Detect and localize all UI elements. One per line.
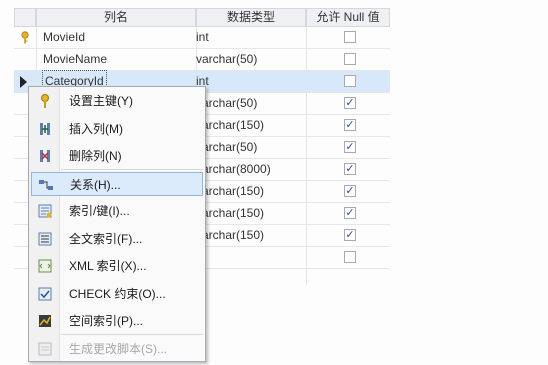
fulltext-index-icon [38, 232, 52, 245]
column-name-cell[interactable]: MovieId [43, 27, 85, 48]
generate-script-icon [38, 342, 52, 355]
allow-null-checkbox[interactable]: ✓ [344, 185, 356, 197]
menu-item-insert-column[interactable]: 插入列(M) [31, 117, 203, 141]
menu-item-label: 索引/键(I)... [69, 204, 130, 218]
menu-item-label: 生成更改脚本(S)... [69, 341, 167, 356]
allow-null-checkbox[interactable]: ✓ [344, 229, 356, 241]
menu-separator [61, 334, 203, 335]
column-header-nulls[interactable]: 允许 Null 值 [306, 8, 390, 27]
primary-key-icon [21, 31, 29, 44]
allow-null-checkbox[interactable] [344, 31, 356, 43]
data-type-cell[interactable]: int [196, 27, 209, 48]
menu-item-generate-script: 生成更改脚本(S)... [31, 337, 203, 361]
relationship-icon [39, 179, 53, 190]
table-row[interactable]: MovieName varchar(50) [14, 49, 390, 71]
menu-item-spatial-index[interactable]: 空间索引(P)... [31, 309, 203, 333]
allow-null-checkbox[interactable]: ✓ [344, 119, 356, 131]
menu-item-label: 空间索引(P)... [69, 314, 143, 328]
data-type-cell[interactable]: varchar(150) [196, 203, 264, 224]
key-icon [41, 94, 49, 108]
table-row[interactable]: MovieId int [14, 27, 390, 49]
column-header-name[interactable]: 列名 [36, 8, 196, 27]
index-key-icon [38, 204, 52, 218]
menu-item-key[interactable]: 设置主键(Y) [31, 89, 203, 113]
menu-item-index-key[interactable]: 索引/键(I)... [31, 199, 203, 223]
menu-item-label: CHECK 约束(O)... [69, 286, 166, 301]
data-type-cell[interactable]: varchar(150) [196, 181, 264, 202]
allow-null-checkbox[interactable]: ✓ [344, 97, 356, 109]
menu-item-delete-column[interactable]: 删除列(N) [31, 144, 203, 168]
menu-item-label: XML 索引(X)... [69, 259, 147, 273]
allow-null-checkbox[interactable] [344, 53, 356, 65]
menu-item-label: 设置主键(Y) [69, 94, 133, 108]
row-selector[interactable] [14, 27, 37, 48]
data-type-cell[interactable]: varchar(150) [196, 115, 264, 136]
delete-column-icon [40, 150, 50, 162]
menu-item-label: 关系(H)... [70, 177, 121, 192]
allow-null-checkbox[interactable]: ✓ [344, 141, 356, 153]
allow-null-checkbox[interactable] [344, 251, 356, 263]
column-header-selector [14, 8, 36, 27]
menu-separator [61, 169, 203, 170]
data-type-cell[interactable]: varchar(50) [196, 49, 257, 70]
data-type-cell[interactable]: varchar(8000) [196, 159, 271, 180]
context-menu: 设置主键(Y) 插入列(M) 删除列(N) 关系(H)... 索引/键(I)... 全文索… [28, 86, 206, 362]
column-name-cell[interactable]: MovieName [43, 49, 107, 70]
column-header-type[interactable]: 数据类型 [196, 8, 306, 27]
allow-null-checkbox[interactable] [344, 75, 356, 87]
allow-null-checkbox[interactable]: ✓ [344, 207, 356, 219]
menu-item-check-constraint[interactable]: CHECK 约束(O)... [31, 282, 203, 306]
insert-column-icon [40, 122, 50, 135]
check-constraint-icon [38, 287, 52, 300]
allow-null-checkbox[interactable]: ✓ [344, 163, 356, 175]
menu-item-fulltext-index[interactable]: 全文索引(F)... [31, 227, 203, 251]
menu-item-label: 全文索引(F)... [69, 231, 143, 246]
current-row-arrow-icon [20, 76, 27, 88]
spatial-index-icon [39, 315, 51, 327]
menu-item-label: 删除列(N) [69, 149, 122, 163]
menu-item-label: 插入列(M) [69, 121, 123, 136]
row-selector[interactable] [14, 49, 37, 70]
menu-item-xml-index[interactable]: XML 索引(X)... [31, 254, 203, 278]
xml-index-icon [38, 259, 52, 273]
menu-item-relationship[interactable]: 关系(H)... [31, 171, 203, 196]
data-type-cell[interactable]: varchar(150) [196, 225, 264, 246]
